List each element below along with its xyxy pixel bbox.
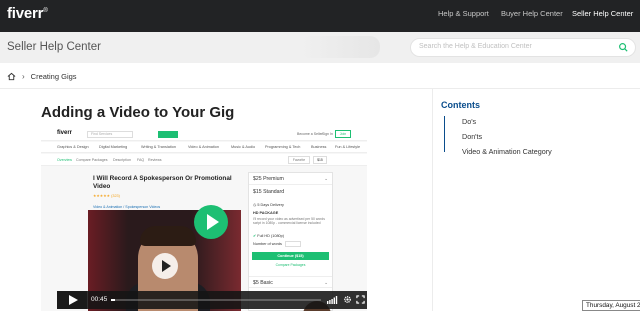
- date-tooltip: Thursday, August 22: [582, 300, 640, 311]
- video-sign-in: Sign In: [322, 132, 333, 136]
- package-basic: $5 Basic: [253, 280, 273, 286]
- header-decoration: [300, 36, 380, 58]
- nav-buyer-help-center[interactable]: Buyer Help Center: [501, 9, 563, 18]
- video-category: Music & Audio: [231, 145, 256, 149]
- video-search-button: [158, 131, 178, 138]
- logo-text: fiverr: [7, 5, 44, 22]
- nav-seller-help-center[interactable]: Seller Help Center: [572, 9, 633, 18]
- video-tab: Reviews: [148, 158, 162, 162]
- video-time: 00:45: [91, 296, 108, 303]
- package-feature: ✔ Full HD (1080p): [253, 233, 284, 238]
- package-standard-row: $15 Standard: [249, 186, 332, 198]
- breadcrumb: › Creating Gigs: [7, 69, 77, 83]
- video-category: Programming & Tech: [265, 145, 301, 149]
- nav-help-support[interactable]: Help & Support: [438, 9, 489, 18]
- inner-play-icon: [152, 253, 178, 279]
- package-standard: $15 Standard: [253, 189, 285, 195]
- header-title: Seller Help Center: [7, 41, 101, 53]
- video-progress-fill: [111, 299, 116, 301]
- video-search-field: Find Services: [87, 131, 133, 138]
- package-basic-row: $5 Basic ⌄: [249, 276, 332, 288]
- contents-item-video-animation[interactable]: Video & Animation Category: [462, 147, 552, 156]
- video-site-header: fiverr Find Services Become a Seller Sig…: [41, 129, 367, 141]
- video-price-button: $15: [313, 156, 327, 164]
- help-center-header: Seller Help Center Search the Help & Edu…: [0, 32, 640, 63]
- chevron-right-icon: ›: [22, 71, 25, 81]
- video-category: Video & Animation: [188, 145, 219, 149]
- breadcrumb-current[interactable]: Creating Gigs: [31, 72, 77, 81]
- play-icon: [68, 295, 78, 305]
- video-tab: Overview: [57, 158, 72, 162]
- contents-item-dos[interactable]: Do's: [462, 117, 476, 126]
- fiverr-logo[interactable]: fiverr®: [7, 5, 48, 22]
- package-delivery-text: 5 Days Delivery: [257, 203, 284, 207]
- package-description: I'll record your video as advertised per…: [253, 217, 325, 226]
- package-premium-row: $25 Premium ⌄: [249, 173, 332, 185]
- video-gig-crumb: Video & Animation / Spokesperson Videos: [93, 205, 161, 209]
- volume-icon[interactable]: [327, 295, 339, 304]
- column-divider: [432, 89, 433, 311]
- home-icon[interactable]: [7, 72, 16, 81]
- chevron-down-icon: ⌄: [324, 280, 328, 285]
- contents-line: [444, 116, 445, 152]
- video-category: Fun & Lifestyle: [335, 145, 361, 149]
- package-title: HD PACKAGE: [253, 211, 279, 215]
- search-placeholder: Search the Help & Education Center: [419, 43, 532, 50]
- video-tab: FAQ: [137, 158, 145, 162]
- package-delivery: ◷ 5 Days Delivery: [253, 202, 284, 207]
- package-words-input: [285, 241, 301, 247]
- top-navigation: fiverr® Help & Support Buyer Help Center…: [0, 0, 640, 32]
- fullscreen-icon[interactable]: [356, 295, 365, 304]
- divider: [0, 88, 640, 89]
- video-tab: Description: [113, 158, 131, 162]
- video-become-seller: Become a Seller: [297, 132, 323, 136]
- package-words-label: Number of words: [253, 242, 282, 246]
- package-compare-link: Compare Packages: [275, 263, 306, 267]
- video-join-button: Join: [335, 130, 351, 138]
- video-category: Writing & Translation: [141, 145, 176, 149]
- package-premium: $25 Premium: [253, 176, 284, 182]
- chevron-down-icon: ⌄: [324, 176, 328, 181]
- logo-mark: ®: [43, 8, 48, 14]
- video-fiverr-logo: fiverr: [57, 130, 73, 136]
- video-category: Business: [311, 145, 327, 149]
- play-button[interactable]: [57, 291, 87, 309]
- video-progress-bar[interactable]: [111, 299, 321, 301]
- gear-icon[interactable]: [343, 295, 352, 304]
- search-icon[interactable]: [618, 42, 629, 53]
- video-favorite-button: Favorite: [288, 156, 310, 164]
- play-icon[interactable]: [194, 205, 228, 239]
- video-player[interactable]: fiverr Find Services Become a Seller Sig…: [41, 129, 367, 311]
- contents-title: Contents: [441, 100, 480, 110]
- video-tab: Compare Packages: [76, 158, 108, 162]
- video-category-bar: Graphics & Design Digital Marketing Writ…: [41, 142, 367, 153]
- video-category: Graphics & Design: [57, 145, 89, 149]
- package-feature-text: Full HD (1080p): [257, 234, 285, 238]
- video-gig-rating: ★★★★★ (323): [93, 194, 120, 198]
- article-title: Adding a Video to Your Gig: [41, 104, 235, 121]
- search-input[interactable]: Search the Help & Education Center: [410, 38, 636, 57]
- video-category: Digital Marketing: [99, 145, 128, 149]
- video-gig-title: I Will Record A Spokesperson Or Promotio…: [93, 175, 232, 190]
- video-controls: 00:45: [57, 291, 367, 309]
- package-continue-button: Continue ($15): [252, 252, 329, 260]
- contents-item-donts[interactable]: Don'ts: [462, 132, 482, 141]
- video-person-hair: [140, 226, 196, 246]
